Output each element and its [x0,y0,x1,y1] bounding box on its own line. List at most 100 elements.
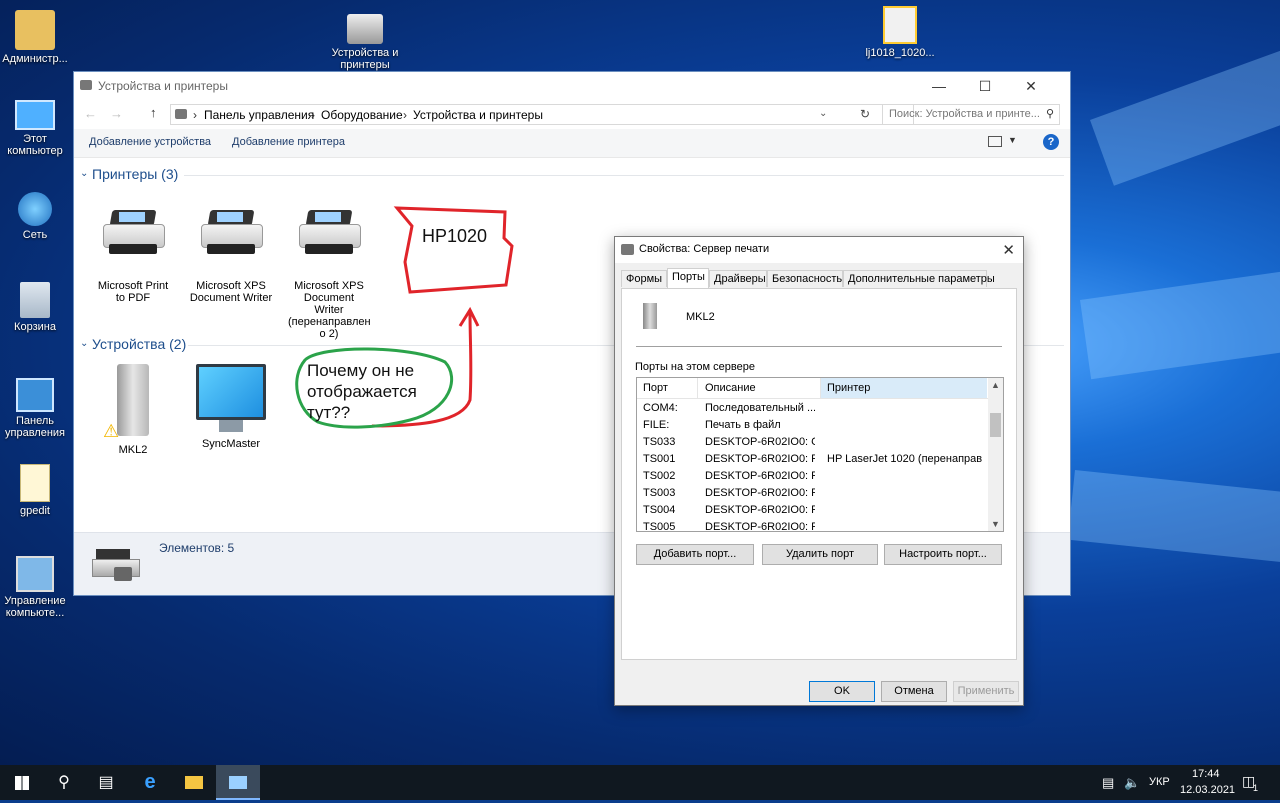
scroll-thumb[interactable] [990,413,1001,437]
scroll-up-icon[interactable]: ▲ [991,380,1000,390]
volume-muted-icon[interactable]: 🔈 [1124,775,1140,791]
printer-item[interactable]: Microsoft XPS Document Writer [186,208,276,304]
apply-button[interactable]: Применить [953,681,1019,702]
file-explorer-icon[interactable] [172,765,216,800]
device-item[interactable]: SyncMaster [186,364,276,450]
desktop-icon-recycle-bin[interactable]: Корзина [0,282,70,333]
tab-forms[interactable]: Формы [621,270,667,287]
breadcrumb-hardware[interactable]: Оборудование [321,108,403,122]
desktop-icon-control-panel[interactable]: Панель управления [0,378,70,439]
server-tower-icon: ⚠ [103,364,149,441]
breadcrumb-sep-icon: › [193,108,197,122]
desktop-icon-network[interactable]: Сеть [0,192,70,241]
add-printer-button[interactable]: Добавление принтера [232,136,345,148]
tab-security[interactable]: Безопасность [767,270,843,287]
scroll-down-icon[interactable]: ▼ [991,519,1000,529]
port-row[interactable]: TS005 DESKTOP-6R02IO0: P... [637,519,988,531]
language-indicator[interactable]: УКР [1149,776,1170,788]
desktop-icon-admin[interactable]: Администр... [0,10,70,65]
delete-port-button[interactable]: Удалить порт [762,544,878,565]
column-printer[interactable]: Принтер [827,382,870,394]
search-icon: ⚲ [1045,108,1054,120]
windows-logo-icon [15,776,29,790]
desktop-icon-lj1018[interactable]: lj1018_1020... [865,6,935,59]
tab-drivers[interactable]: Драйверы [709,270,767,287]
navigation-bar: ← → ↑ › Панель управления › Оборудование… [74,102,1070,128]
ports-list-scrollbar[interactable]: ▲ ▼ [988,378,1003,531]
document-shortcut-icon [20,464,50,502]
computer-management-icon [16,556,54,592]
network-tray-icon[interactable]: ▤ [1102,775,1114,791]
device-item[interactable]: ⚠ MKL2 [88,364,178,456]
desktop-icon-gpedit[interactable]: gpedit [0,464,70,517]
maximize-button[interactable]: ☐ [962,72,1008,100]
tab-advanced[interactable]: Дополнительные параметры [843,270,995,287]
server-icon [643,303,657,329]
ports-tab-pane: MKL2 Порты на этом сервере Порт Описание… [621,288,1017,660]
devices-group-chevron-icon[interactable]: ⌄ [80,338,88,349]
back-arrow-icon[interactable]: ← [84,106,97,121]
minimize-button[interactable]: — [916,72,962,100]
printers-group-header[interactable]: Принтеры (3) [92,166,178,182]
ports-list-header: Порт Описание Принтер [637,378,988,399]
close-button[interactable]: ✕ [1008,72,1054,100]
desktop-icon-devices-printers[interactable]: Устройства и принтеры [330,14,400,71]
edge-browser-icon[interactable]: e [128,765,172,800]
port-row[interactable]: TS003 DESKTOP-6R02IO0: P... [637,485,988,502]
breadcrumb-devices-printers[interactable]: Устройства и принтеры [413,108,543,122]
up-arrow-icon[interactable]: ↑ [150,105,157,120]
desktop-icon-computer-management[interactable]: Управление компьюте... [0,556,70,619]
port-row[interactable]: TS002 DESKTOP-6R02IO0: P... [637,468,988,485]
taskbar: ⚲ ▤ e ▤ 🔈 УКР 17:44 12.03.2021 ◫ 1 [0,765,1280,800]
address-bar[interactable]: › Панель управления › Оборудование › Уст… [170,104,914,125]
warning-icon: ⚠ [103,421,120,441]
printer-item[interactable]: Microsoft Print to PDF [88,208,178,304]
installer-icon [883,6,917,44]
printers-group-chevron-icon[interactable]: ⌄ [80,168,88,179]
printer-item[interactable]: Microsoft XPS Document Writer (перенапра… [284,208,374,340]
port-row[interactable]: FILE: Печать в файл [637,417,988,434]
tab-ports[interactable]: Порты [667,268,709,288]
configure-port-button[interactable]: Настроить порт... [884,544,1002,565]
port-row[interactable]: TS004 DESKTOP-6R02IO0: P... [637,502,988,519]
address-dropdown-icon[interactable]: ⌄ [819,108,827,119]
notification-count: 1 [1253,783,1259,793]
column-port[interactable]: Порт [643,382,668,394]
refresh-icon[interactable]: ↻ [860,107,870,121]
printer-icon [297,208,361,258]
dialog-title: Свойства: Сервер печати [639,243,770,255]
clock-date[interactable]: 12.03.2021 [1180,784,1235,796]
help-icon[interactable]: ? [1043,134,1059,150]
annotation-bubble-text: Почему он не отображается тут?? [307,361,417,422]
view-dropdown-icon[interactable]: ▼ [1008,135,1017,145]
control-panel-icon [16,378,54,412]
details-printer-icon [92,547,140,583]
task-view-icon[interactable]: ▤ [84,765,128,800]
devices-group-header[interactable]: Устройства (2) [92,336,186,352]
column-description[interactable]: Описание [705,382,756,394]
port-row[interactable]: COM4: Последовательный ... [637,400,988,417]
ok-button[interactable]: OK [809,681,875,702]
separator [636,346,1002,347]
search-icon[interactable]: ⚲ [42,765,86,800]
clock-time[interactable]: 17:44 [1192,768,1220,780]
network-globe-icon [18,192,52,226]
view-options-icon[interactable] [988,136,1002,147]
add-port-button[interactable]: Добавить порт... [636,544,754,565]
devices-printers-taskbar-icon[interactable] [216,765,260,800]
breadcrumb-control-panel[interactable]: Панель управления [204,108,314,122]
port-row[interactable]: TS033DESKTOP-6R02IO0: C... [637,434,988,451]
dialog-printer-icon [621,244,634,255]
cancel-button[interactable]: Отмена [881,681,947,702]
start-button[interactable] [0,765,44,800]
ports-list[interactable]: Порт Описание Принтер COM4: Последователь… [636,377,1004,532]
dialog-titlebar: Свойства: Сервер печати ✕ [615,237,1023,263]
dialog-close-icon[interactable]: ✕ [1002,241,1015,259]
forward-arrow-icon[interactable]: → [110,106,123,121]
recycle-bin-icon [20,282,50,318]
add-device-button[interactable]: Добавление устройства [89,136,211,148]
desktop-icon-this-pc[interactable]: Этот компьютер [0,100,70,157]
address-location-icon [175,109,187,119]
port-row[interactable]: TS001 DESKTOP-6R02IO0: P... HP LaserJet 10… [637,451,988,468]
search-input[interactable]: Поиск: Устройства и принте... ⚲ [882,104,1060,125]
